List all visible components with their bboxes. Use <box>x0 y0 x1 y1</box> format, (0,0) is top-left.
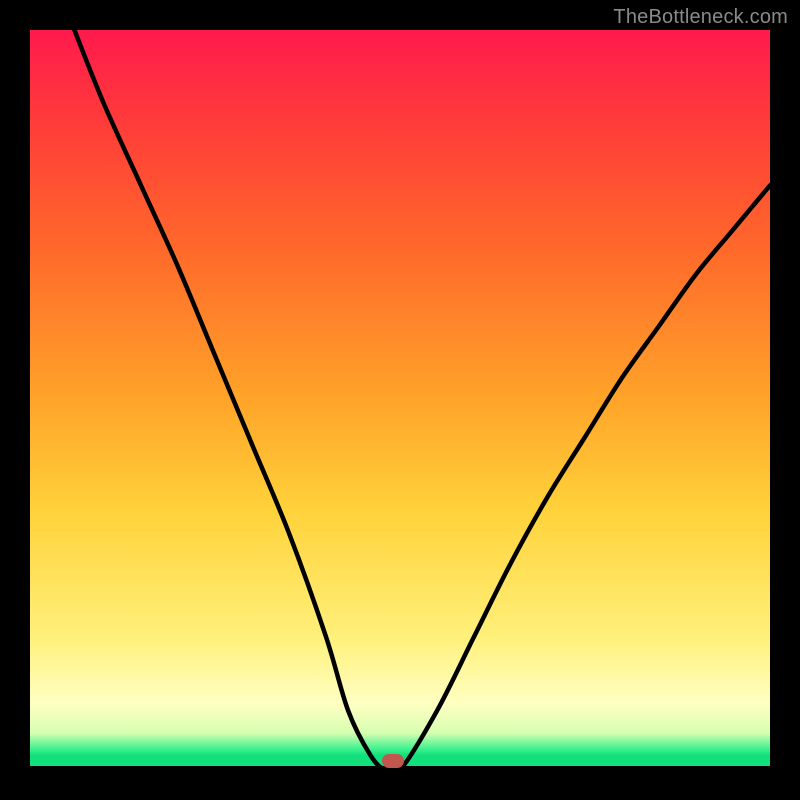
chart-stage: TheBottleneck.com <box>0 0 800 800</box>
bottleneck-curve <box>30 30 770 770</box>
watermark-text: TheBottleneck.com <box>613 6 788 29</box>
plot-area <box>30 30 770 770</box>
optimal-marker <box>382 754 404 768</box>
